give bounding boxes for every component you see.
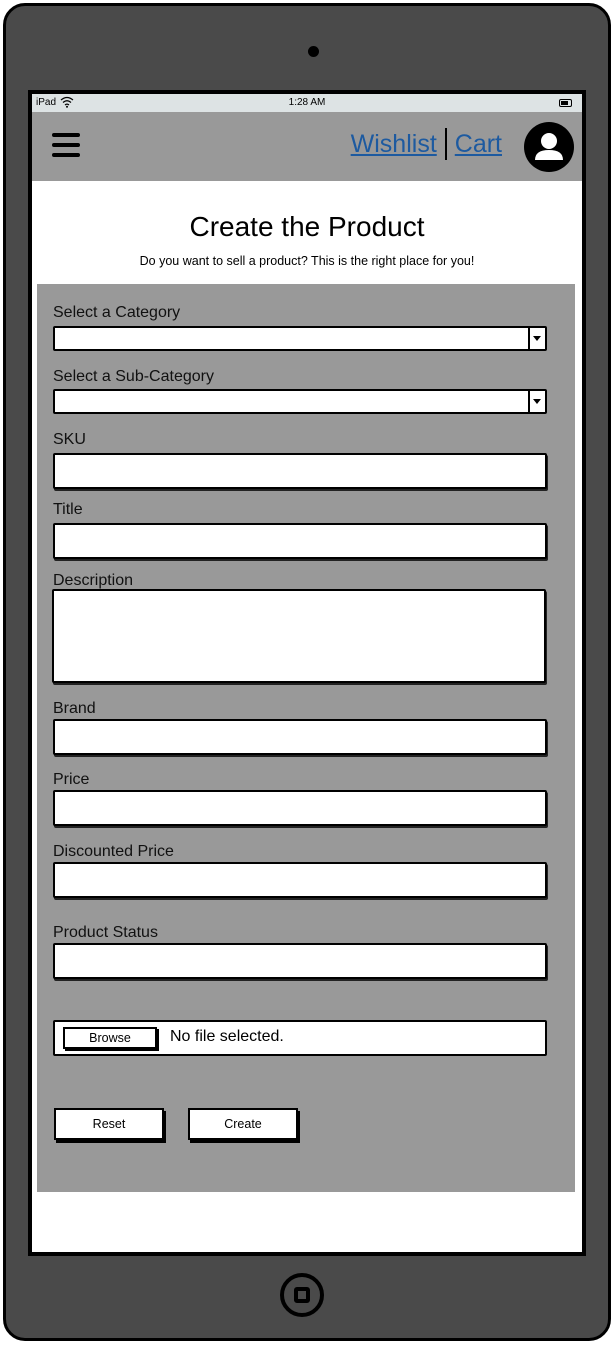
user-avatar-icon[interactable] (524, 122, 574, 172)
description-label: Description (53, 572, 134, 589)
browse-button[interactable]: Browse (63, 1027, 157, 1049)
cart-link[interactable]: Cart (455, 130, 502, 159)
title-input[interactable] (53, 523, 547, 559)
brand-input[interactable] (53, 719, 547, 755)
nav-links: Wishlist Cart (351, 128, 502, 160)
description-textarea[interactable] (52, 589, 546, 683)
sku-input[interactable] (53, 453, 547, 489)
device-screen: iPad 1:28 AM Wishlist Cart Create the Pr… (28, 90, 586, 1256)
home-button[interactable] (280, 1273, 324, 1317)
page-header: Create the Product Do you want to sell a… (32, 181, 582, 286)
discounted-price-label: Discounted Price (53, 843, 174, 860)
title-label: Title (53, 501, 83, 518)
page-subtitle: Do you want to sell a product? This is t… (139, 254, 475, 268)
discounted-price-input[interactable] (53, 862, 547, 898)
hamburger-menu-icon[interactable] (52, 132, 82, 158)
hamburger-line (52, 153, 80, 157)
battery-icon (559, 99, 572, 107)
reset-button[interactable]: Reset (54, 1108, 164, 1140)
status-bar: iPad 1:28 AM (32, 94, 582, 112)
brand-label: Brand (53, 700, 96, 717)
subcategory-label: Select a Sub-Category (53, 368, 214, 385)
file-status-text: No file selected. (170, 1028, 284, 1045)
chevron-down-icon (528, 328, 545, 349)
product-status-label: Product Status (53, 924, 158, 941)
product-status-input[interactable] (53, 943, 547, 979)
page-title: Create the Product (189, 211, 425, 242)
hamburger-line (52, 143, 80, 147)
status-time: 1:28 AM (288, 97, 326, 108)
category-select[interactable] (53, 326, 547, 351)
sku-label: SKU (53, 431, 86, 448)
wishlist-link[interactable]: Wishlist (351, 130, 437, 159)
category-label: Select a Category (53, 304, 181, 321)
file-upload-field: Browse No file selected. (53, 1020, 547, 1056)
nav-divider (444, 128, 447, 160)
top-navigation-bar: Wishlist Cart (32, 112, 582, 181)
subcategory-select[interactable] (53, 389, 547, 414)
camera-dot (308, 46, 319, 57)
create-button[interactable]: Create (188, 1108, 298, 1140)
hamburger-line (52, 133, 80, 137)
chevron-down-icon (528, 391, 545, 412)
person-icon (535, 133, 563, 160)
create-product-form: Select a Category Select a Sub-Category … (37, 284, 575, 1192)
price-input[interactable] (53, 790, 547, 826)
price-label: Price (53, 771, 90, 788)
